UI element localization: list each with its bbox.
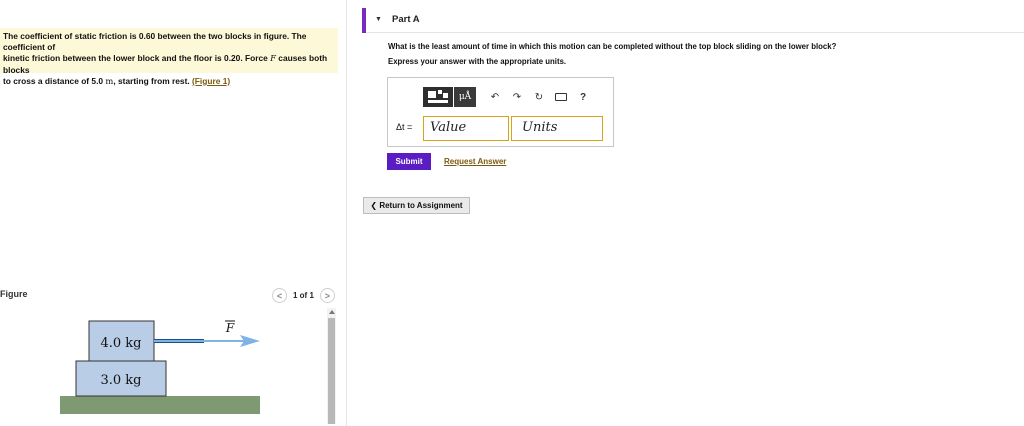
return-to-assignment-button[interactable]: ❮ Return to Assignment: [363, 197, 470, 214]
problem-line-3: to cross a distance of 5.0 m, starting f…: [3, 76, 334, 87]
scroll-up-arrow-icon[interactable]: [329, 310, 335, 314]
undo-icon[interactable]: ↶: [484, 87, 506, 107]
problem-line-3-text-end: , starting from rest.: [113, 75, 193, 86]
problem-line-2-text: kinetic friction between the lower block…: [3, 53, 271, 64]
figure-label: Figure: [0, 289, 28, 299]
part-title[interactable]: Part A: [392, 14, 420, 25]
part-header[interactable]: [366, 8, 1024, 33]
units-input[interactable]: Units: [511, 116, 603, 141]
question-text: What is the least amount of time in whic…: [388, 42, 837, 51]
units-symbols-button[interactable]: μÅ: [454, 87, 476, 107]
next-figure-button[interactable]: >: [319, 288, 335, 303]
help-icon[interactable]: ?: [572, 87, 594, 107]
value-input[interactable]: Value: [423, 116, 509, 141]
figure-scrollbar[interactable]: [327, 308, 336, 424]
variable-label: Δt =: [396, 122, 413, 132]
request-answer-link[interactable]: Request Answer: [444, 157, 506, 166]
scroll-thumb[interactable]: [328, 318, 335, 424]
problem-statement: The coefficient of static friction is 0.…: [0, 28, 338, 86]
redo-icon[interactable]: ↷: [506, 87, 528, 107]
answer-box: μÅ ↶ ↷ ↻ ? Δt = Value Units: [387, 77, 614, 147]
top-block-mass: 4.0 kg: [100, 336, 141, 351]
figure-navigation: < 1 of 1 >: [272, 288, 335, 303]
bottom-block-mass: 3.0 kg: [100, 373, 141, 388]
force-label: F: [225, 321, 235, 335]
templates-icon: [428, 90, 448, 103]
collapse-part-icon[interactable]: ▼: [375, 16, 382, 23]
problem-line-2: kinetic friction between the lower block…: [3, 53, 334, 75]
problem-line-1: The coefficient of static friction is 0.…: [3, 31, 307, 53]
instruction-text: Express your answer with the appropriate…: [388, 57, 567, 66]
problem-line-3-text: to cross a distance of 5.0: [3, 75, 106, 86]
keyboard-icon: [555, 93, 567, 101]
reset-icon[interactable]: ↻: [528, 87, 550, 107]
floor: [60, 396, 260, 414]
blocks-figure: 3.0 kg 4.0 kg F: [60, 320, 260, 414]
figure-counter: 1 of 1: [293, 291, 314, 300]
keyboard-button[interactable]: [550, 87, 572, 107]
submit-button[interactable]: Submit: [387, 153, 431, 170]
prev-figure-button[interactable]: <: [272, 288, 287, 303]
panel-divider: [346, 0, 347, 426]
math-toolbar: μÅ ↶ ↷ ↻ ?: [423, 87, 594, 107]
figure-link[interactable]: (Figure 1): [192, 76, 230, 86]
templates-button[interactable]: [423, 87, 453, 107]
